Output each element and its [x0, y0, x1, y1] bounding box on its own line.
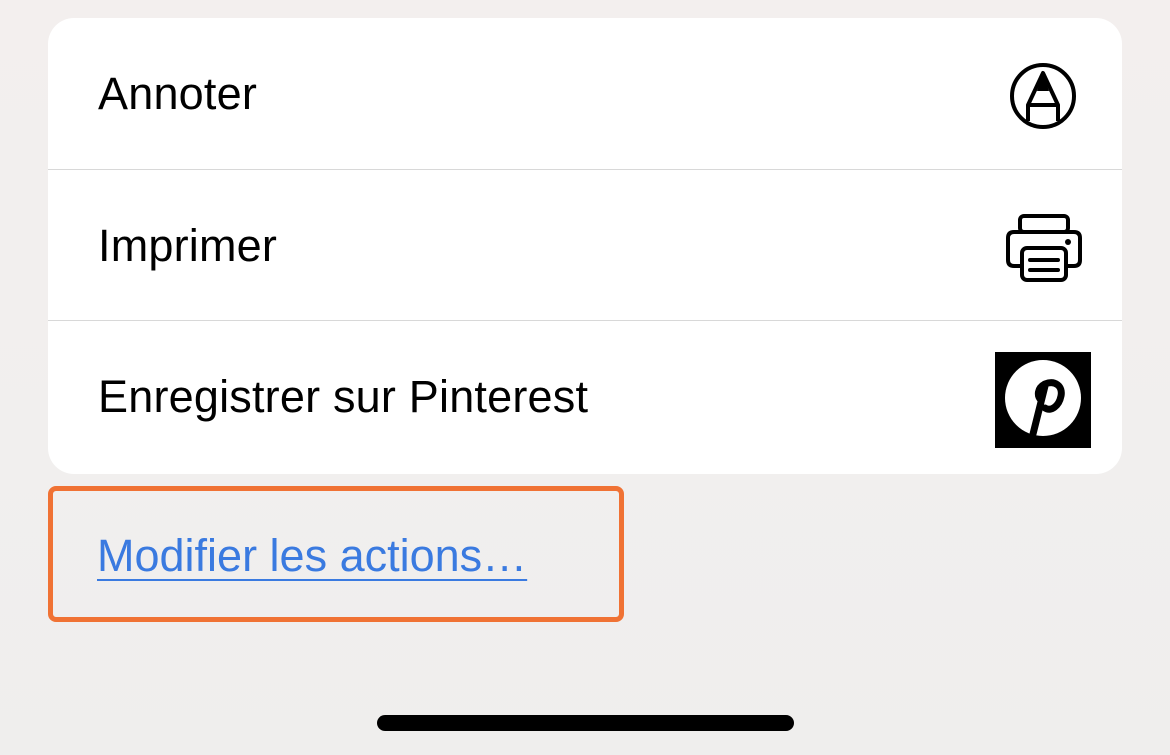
- action-row-print[interactable]: Imprimer: [48, 169, 1122, 321]
- action-row-pinterest[interactable]: Enregistrer sur Pinterest: [48, 320, 1122, 472]
- home-indicator[interactable]: [377, 715, 794, 731]
- action-list: Annoter Imprimer Enregistrer sur Pintere…: [48, 18, 1122, 474]
- edit-actions-link[interactable]: Modifier les actions…: [97, 530, 527, 582]
- action-label: Imprimer: [98, 219, 278, 271]
- printer-icon: [1006, 214, 1082, 282]
- action-row-annotate[interactable]: Annoter: [48, 18, 1122, 169]
- action-label: Annoter: [98, 67, 258, 119]
- pinterest-logo-icon: [995, 352, 1091, 448]
- markup-pen-icon: [1010, 63, 1076, 129]
- action-label: Enregistrer sur Pinterest: [98, 370, 589, 422]
